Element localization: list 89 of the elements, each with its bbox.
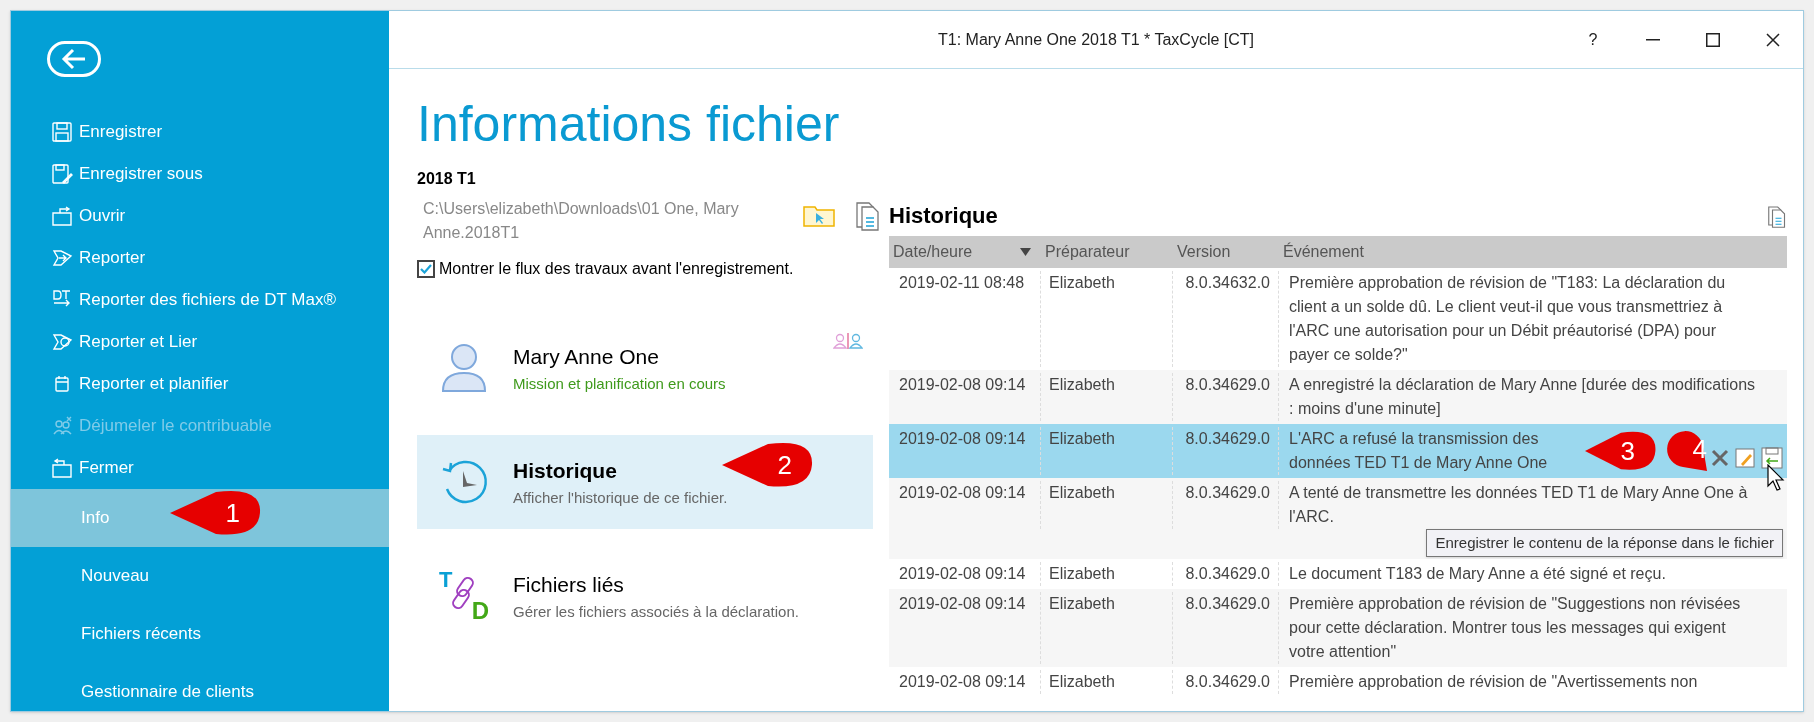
save-pencil-icon: [51, 163, 73, 185]
table-cell: Elizabeth: [1041, 271, 1173, 367]
open-folder-button[interactable]: [803, 203, 835, 227]
person-icon: [441, 343, 487, 393]
save-icon: [51, 121, 73, 143]
table-cell: 2019-02-08 09:14: [889, 481, 1041, 529]
checkbox-label: Montrer le flux des travaux avant l'enregistrement.: [439, 259, 794, 279]
callout-marker: 1: [170, 490, 262, 536]
callout-marker: 3: [1585, 431, 1657, 471]
callout-marker: 2: [722, 442, 814, 488]
column-header[interactable]: Préparateur: [1041, 236, 1173, 268]
people-icon: [833, 333, 863, 349]
minimize-icon: [1646, 38, 1660, 41]
mouse-cursor-icon: [1767, 464, 1787, 492]
table-cell: Elizabeth: [1041, 427, 1173, 475]
sidebar-item[interactable]: Reporter et Lier: [11, 321, 389, 363]
table-cell-text: Première approbation de révision de "T183: La déclaration du client a un solde dû. Le client veut-il que vous transmettriez à l'ARC une autorisation pour un Débit préautorisé (DPA) pour payer ce solde?": [1288, 273, 1727, 365]
sidebar-item[interactable]: Ouvrir: [11, 195, 389, 237]
card-title: Mary Anne One: [513, 344, 660, 370]
table-cell-text: A tenté de transmettre les données TED T1 de Mary Anne One à l'ARC.: [1288, 483, 1749, 527]
table-cell-text: Le document T183 de Mary Anne a été signé et reçu.: [1288, 564, 1667, 584]
check-icon: [420, 264, 432, 274]
close-icon: [1766, 32, 1780, 47]
history-row[interactable]: 2019-02-08 09:14 Elizabeth 8.0.34629.0 A tenté de transmettre les données TED T1 de Mary Anne One à l'ARC. Enregistrer le contenu de la réponse dans le fichier: [889, 478, 1787, 559]
column-header[interactable]: Événement: [1279, 236, 1787, 268]
table-cell: 8.0.34629.0: [1173, 670, 1279, 694]
table-cell: 8.0.34629.0: [1173, 481, 1279, 529]
page-title: Informations fichier: [417, 99, 841, 149]
table-cell: Elizabeth: [1041, 373, 1173, 421]
table-cell: Elizabeth: [1041, 481, 1173, 529]
table-cell: Elizabeth: [1041, 592, 1173, 664]
table-cell: 8.0.34629.0: [1173, 427, 1279, 475]
folder-cursor-icon: [803, 203, 835, 227]
save-import-icon[interactable]: [1761, 447, 1783, 469]
table-cell-text: A enregistré la déclaration de Mary Anne [durée des modifications : moins d'une minute]: [1288, 375, 1757, 419]
folder-icon: [51, 205, 73, 227]
table-cell-text: Première approbation de révision de "Suggestions non révisées pour cette déclaration. Montrer tous les messages qui exigent votre attention": [1288, 594, 1742, 662]
table-cell: Elizabeth: [1041, 670, 1173, 694]
import-icon: [51, 247, 73, 269]
sidebar-item[interactable]: Reporter et planifier: [11, 363, 389, 405]
table-cell: 8.0.34629.0: [1173, 373, 1279, 421]
sidebar-item[interactable]: Fermer: [11, 447, 389, 489]
card-subtitle: Afficher l'historique de ce fichier.: [513, 487, 728, 508]
table-cell: 2019-02-08 09:14: [889, 592, 1041, 664]
maximize-icon: [1706, 32, 1720, 47]
checkbox[interactable]: [417, 260, 435, 278]
table-cell-text: L'ARC a refusé la transmission des données TED T1 de Mary Anne One: [1288, 429, 1549, 473]
info-card[interactable]: Mary Anne One Mission et planification en cours: [417, 321, 873, 415]
folder-icon: [51, 457, 73, 479]
file-path: C:\Users\elizabeth\Downloads\01 One, Mary Anne.2018T1: [423, 199, 740, 243]
document-button[interactable]: [855, 199, 881, 231]
document-icon: [855, 199, 881, 231]
table-cell: 8.0.34629.0: [1173, 562, 1279, 586]
sidebar-item[interactable]: Reporter: [11, 237, 389, 279]
import-link-icon: [51, 331, 73, 353]
column-header[interactable]: Date/heure: [889, 236, 1041, 268]
sidebar-item[interactable]: Enregistrer: [11, 111, 389, 153]
sidebar-item[interactable]: Nouveau: [11, 547, 389, 605]
table-cell: 2019-02-08 09:14: [889, 670, 1041, 694]
table-cell-text: Première approbation de révision de "Avertissements non: [1288, 672, 1699, 692]
document-icon: [1767, 204, 1787, 228]
save-edit-icon[interactable]: [1735, 448, 1755, 468]
untwin-icon: [51, 415, 73, 437]
table-cell: 8.0.34632.0: [1173, 271, 1279, 367]
card-title: Fichiers liés: [513, 572, 625, 598]
history-title: Historique: [889, 202, 998, 230]
table-cell: 2019-02-08 09:14: [889, 562, 1041, 586]
tooltip: Enregistrer le contenu de la réponse dans le fichier: [1426, 529, 1783, 557]
sidebar-item[interactable]: Gestionnaire de clients: [11, 663, 389, 721]
table-cell: 8.0.34629.0: [1173, 592, 1279, 664]
history-row[interactable]: 2019-02-08 09:14 Elizabeth 8.0.34629.0 A enregistré la déclaration de Mary Anne [durée des modifications : moins d'une minute]: [889, 370, 1787, 424]
file-name: 2018 T1: [417, 169, 477, 189]
back-button[interactable]: [47, 41, 101, 77]
table-cell: Elizabeth: [1041, 562, 1173, 586]
table-cell: 2019-02-11 08:48: [889, 271, 1041, 367]
sidebar-item[interactable]: Enregistrer sous: [11, 153, 389, 195]
sidebar-item[interactable]: Fichiers récents: [11, 605, 389, 663]
window-title: T1: Mary Anne One 2018 T1 * TaxCycle [CT]: [938, 29, 1254, 50]
history-row[interactable]: 2019-02-08 09:14 Elizabeth 8.0.34629.0 Première approbation de révision de "Suggestions non révisées pour cette déclaration. Montrer tous les messages qui exigent votre attention": [889, 589, 1787, 667]
help-button[interactable]: ?: [1563, 19, 1623, 60]
info-card[interactable]: T D Fichiers liés Gérer les fichiers associés à la déclaration.: [417, 549, 873, 643]
table-cell: 2019-02-08 09:14: [889, 427, 1041, 475]
sidebar-item[interactable]: Reporter des fichiers de DT Max®: [11, 279, 389, 321]
table-cell: 2019-02-08 09:14: [889, 373, 1041, 421]
card-subtitle: Gérer les fichiers associés à la déclaration.: [513, 601, 799, 622]
column-header[interactable]: Version: [1173, 236, 1279, 268]
card-subtitle: Mission et planification en cours: [513, 373, 726, 394]
card-title: Historique: [513, 458, 618, 484]
delete-icon[interactable]: [1711, 449, 1729, 467]
